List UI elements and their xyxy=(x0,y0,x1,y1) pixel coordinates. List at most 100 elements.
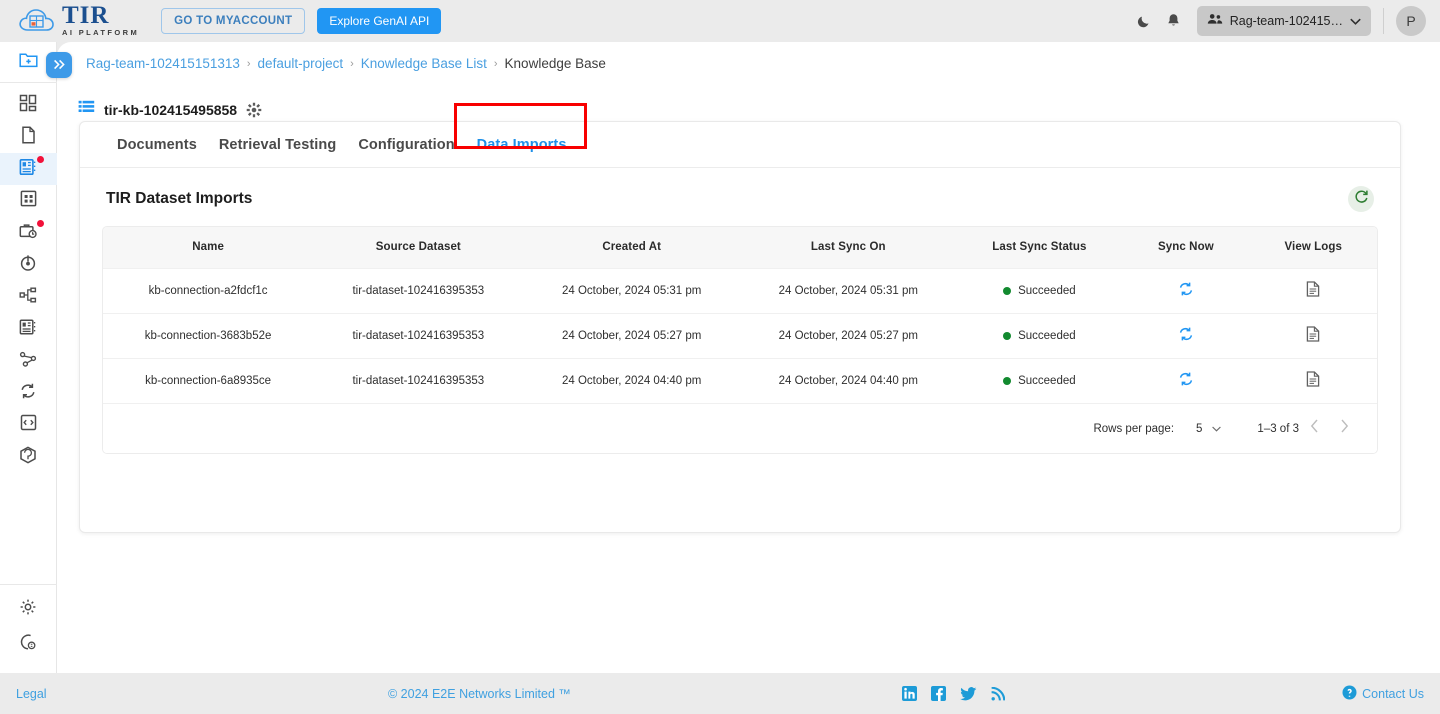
cube-icon xyxy=(19,446,37,469)
table-header-row: Name Source Dataset Created At Last Sync… xyxy=(103,227,1377,268)
cell-created-at: 24 October, 2024 04:40 pm xyxy=(523,357,740,403)
sidebar-item-help[interactable] xyxy=(0,627,57,661)
status-dot xyxy=(1003,286,1012,295)
go-to-myaccount-button[interactable]: GO TO MYACCOUNT xyxy=(161,8,306,34)
left-sidebar xyxy=(0,42,57,673)
rss-icon[interactable] xyxy=(991,686,1005,701)
sidebar-item-sync[interactable] xyxy=(0,377,57,409)
help-circle-icon xyxy=(1342,685,1357,703)
breadcrumb-separator: › xyxy=(493,57,498,70)
table-row: kb-connection-3683b52e tir-dataset-10241… xyxy=(103,312,1377,358)
pagination: Rows per page: 5 1–3 of 3 xyxy=(103,403,1377,453)
caret-down-icon xyxy=(1212,423,1222,435)
cell-sync-now xyxy=(1122,357,1250,403)
cell-name: kb-connection-6a8935ce xyxy=(103,357,314,403)
cell-last-sync-on: 24 October, 2024 05:31 pm xyxy=(739,267,957,313)
sidebar-item-settings[interactable] xyxy=(0,591,57,627)
moon-icon[interactable] xyxy=(1129,6,1159,36)
tab-bar: Documents Retrieval Testing Configuratio… xyxy=(80,103,1400,168)
sync-icon[interactable] xyxy=(1178,281,1194,297)
notification-badge xyxy=(36,156,44,163)
footer-legal-link[interactable]: Legal xyxy=(16,687,47,701)
sidebar-item-model-repository[interactable] xyxy=(0,313,57,345)
hierarchy-icon xyxy=(19,286,37,309)
chevron-left-icon xyxy=(1310,419,1319,438)
cell-last-sync-status: Succeeded xyxy=(956,312,1123,358)
section-header: TIR Dataset Imports xyxy=(80,168,1400,212)
sidebar-item-dashboard[interactable] xyxy=(0,89,57,121)
refresh-button[interactable] xyxy=(1348,186,1374,212)
grid-icon xyxy=(19,94,37,117)
cell-last-sync-status: Succeeded xyxy=(956,357,1123,403)
logo-subtitle: AI PLATFORM xyxy=(62,27,140,37)
column-header-created-at: Created At xyxy=(602,241,662,254)
sidebar-item-jobs[interactable] xyxy=(0,217,57,249)
sync-icon[interactable] xyxy=(1178,371,1194,387)
column-header-name: Name xyxy=(192,241,224,254)
file-icon xyxy=(21,126,36,149)
table-icon xyxy=(20,190,37,212)
column-header-view-logs: View Logs xyxy=(1284,241,1343,254)
pagination-prev-button[interactable] xyxy=(1299,414,1329,444)
cell-source-dataset: tir-dataset-102416395353 xyxy=(313,312,524,358)
share-nodes-icon xyxy=(19,350,37,373)
footer-social-links xyxy=(902,686,1005,701)
sidebar-item-inference[interactable] xyxy=(0,249,57,281)
status-badge: Succeeded xyxy=(1018,329,1076,342)
column-header-sync-now: Sync Now xyxy=(1157,241,1214,254)
status-badge: Succeeded xyxy=(1018,374,1076,387)
tab-documents[interactable]: Documents xyxy=(106,122,208,168)
sidebar-item-containers[interactable] xyxy=(0,441,57,473)
document-icon[interactable] xyxy=(1306,281,1320,297)
cell-last-sync-on: 24 October, 2024 04:40 pm xyxy=(739,357,957,403)
document-icon[interactable] xyxy=(1306,326,1320,342)
status-dot xyxy=(1003,376,1012,385)
breadcrumb-item-project[interactable]: default-project xyxy=(258,56,344,71)
status-dot xyxy=(1003,331,1012,340)
explore-genai-api-button[interactable]: Explore GenAI API xyxy=(317,8,442,34)
cloud-logo-icon xyxy=(18,6,60,36)
book-icon xyxy=(19,158,37,181)
cell-created-at: 24 October, 2024 05:27 pm xyxy=(523,312,740,358)
sidebar-item-api-tokens[interactable] xyxy=(0,409,57,441)
data-imports-table: Name Source Dataset Created At Last Sync… xyxy=(102,226,1378,454)
cell-view-logs xyxy=(1249,267,1377,313)
tab-configuration[interactable]: Configuration xyxy=(347,122,465,168)
bell-icon[interactable] xyxy=(1159,6,1189,36)
linkedin-icon[interactable] xyxy=(902,686,917,701)
tab-retrieval-testing[interactable]: Retrieval Testing xyxy=(208,122,347,168)
breadcrumb-item-kb-list[interactable]: Knowledge Base List xyxy=(361,56,487,71)
data-imports-panel: Documents Retrieval Testing Configuratio… xyxy=(79,103,1401,533)
sync-icon[interactable] xyxy=(1178,326,1194,342)
sidebar-main-group xyxy=(0,83,57,473)
breadcrumb-separator: › xyxy=(246,57,251,70)
table-row: kb-connection-a2fdcf1c tir-dataset-10241… xyxy=(103,267,1377,313)
sidebar-item-pipelines[interactable] xyxy=(0,281,57,313)
footer-contact-us-link[interactable]: Contact Us xyxy=(1342,685,1424,703)
kb-title-row: tir-kb-102415495858 xyxy=(78,100,262,120)
cell-created-at: 24 October, 2024 05:31 pm xyxy=(523,267,740,313)
help-circle-icon xyxy=(19,633,37,656)
target-icon xyxy=(19,254,37,277)
twitter-icon[interactable] xyxy=(960,686,977,701)
breadcrumb-item-team[interactable]: Rag-team-102415151313 xyxy=(86,56,240,71)
sidebar-item-datasets[interactable] xyxy=(0,185,57,217)
gear-icon[interactable] xyxy=(246,102,262,118)
sidebar-item-documents[interactable] xyxy=(0,121,57,153)
facebook-icon[interactable] xyxy=(931,686,946,701)
cell-view-logs xyxy=(1249,312,1377,358)
avatar[interactable]: P xyxy=(1396,6,1426,36)
sidebar-item-knowledge-base[interactable] xyxy=(0,153,57,185)
rows-per-page-value: 5 xyxy=(1196,422,1203,435)
sync-icon xyxy=(19,382,37,405)
tab-data-imports[interactable]: Data Imports xyxy=(466,122,578,168)
document-icon[interactable] xyxy=(1306,371,1320,387)
team-name-label: Rag-team-102415… xyxy=(1229,14,1343,28)
sidebar-collapse-toggle[interactable] xyxy=(46,52,72,78)
pagination-next-button[interactable] xyxy=(1329,414,1359,444)
sidebar-item-nodes[interactable] xyxy=(0,345,57,377)
breadcrumb: Rag-team-102415151313 › default-project … xyxy=(86,56,606,71)
rows-per-page-select[interactable]: 5 xyxy=(1196,422,1222,435)
team-selector[interactable]: Rag-team-102415… xyxy=(1196,6,1371,36)
caret-down-icon xyxy=(1350,12,1361,30)
